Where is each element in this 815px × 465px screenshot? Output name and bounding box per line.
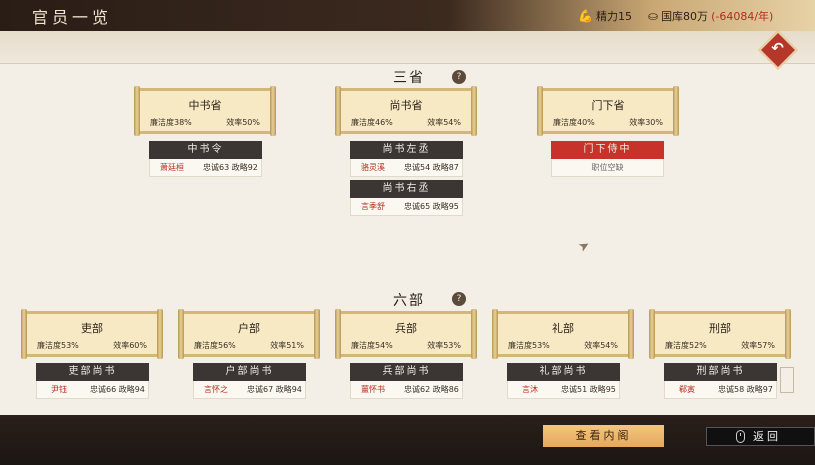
official-holder: 言沐 bbox=[522, 385, 538, 394]
help-icon[interactable]: ? bbox=[452, 70, 466, 84]
efficiency-stat: 效率50% bbox=[226, 118, 260, 127]
integrity-stat: 廉洁度54% bbox=[351, 341, 393, 350]
official-card-shangshu-youcheng[interactable]: 尚书右丞 言季舒 忠诚65 政略95 bbox=[350, 180, 463, 216]
integrity-stat: 廉洁度56% bbox=[194, 341, 236, 350]
stamina-display: 💪 精力15 bbox=[578, 8, 632, 24]
official-holder: 言怀之 bbox=[204, 385, 228, 394]
official-card-zhongshuling[interactable]: 中书令 萧廷桓 忠诚63 政略92 bbox=[149, 141, 262, 177]
department-name: 门下省 bbox=[591, 99, 625, 112]
section-title-six-ministries: 六部 bbox=[393, 293, 425, 309]
official-attributes: 忠诚65 政略95 bbox=[404, 202, 459, 211]
official-card-bingbu-shangshu[interactable]: 兵部尚书 薑怀书 忠诚62 政略86 bbox=[350, 363, 463, 399]
efficiency-stat: 效率51% bbox=[270, 341, 304, 350]
ministry-card-personnel[interactable]: 吏部 廉洁度53% 效率60% bbox=[21, 309, 163, 359]
top-bar: 官员一览 💪 精力15 ⛀ 国库80万 (-64084/年) bbox=[0, 0, 815, 31]
integrity-stat: 廉洁度38% bbox=[150, 118, 192, 127]
bottom-bar bbox=[0, 415, 815, 465]
integrity-stat: 廉洁度40% bbox=[553, 118, 595, 127]
integrity-stat: 廉洁度46% bbox=[351, 118, 393, 127]
view-cabinet-button[interactable]: 查看内阁 bbox=[543, 425, 664, 447]
treasury-display: ⛀ 国库80万 (-64084/年) bbox=[648, 8, 773, 24]
efficiency-stat: 效率54% bbox=[427, 118, 461, 127]
department-card-shangshu[interactable]: 尚书省 廉洁度46% 效率54% bbox=[335, 86, 477, 136]
official-card-menxia-shizhong[interactable]: 门下侍中 职位空缺 bbox=[551, 141, 664, 177]
integrity-stat: 廉洁度52% bbox=[665, 341, 707, 350]
back-arrow-icon: ↶ bbox=[771, 39, 784, 58]
ministry-name: 户部 bbox=[238, 322, 260, 335]
ministry-card-revenue[interactable]: 户部 廉洁度56% 效率51% bbox=[178, 309, 320, 359]
integrity-stat: 廉洁度53% bbox=[37, 341, 79, 350]
ingot-icon: ⛀ bbox=[648, 9, 659, 23]
official-title: 门下侍中 bbox=[551, 141, 664, 159]
official-title: 兵部尚书 bbox=[350, 363, 463, 381]
official-title: 尚书右丞 bbox=[350, 180, 463, 198]
official-card-hubu-shangshu[interactable]: 户部尚书 言怀之 忠诚67 政略94 bbox=[193, 363, 306, 399]
official-holder: 尹钰 bbox=[51, 385, 67, 394]
official-attributes: 忠诚54 政略87 bbox=[404, 163, 459, 172]
official-card-libu-shangshu[interactable]: 吏部尚书 尹钰 忠诚66 政略94 bbox=[36, 363, 149, 399]
treasury-change: (-64084/年) bbox=[711, 10, 774, 23]
official-attributes: 忠诚51 政略95 bbox=[561, 385, 616, 394]
efficiency-stat: 效率30% bbox=[629, 118, 663, 127]
header-band bbox=[0, 31, 815, 64]
ministry-card-rites[interactable]: 礼部 廉洁度53% 效率54% bbox=[492, 309, 634, 359]
help-icon[interactable]: ? bbox=[452, 292, 466, 306]
stamina-value: 精力15 bbox=[595, 10, 632, 23]
page-title: 官员一览 bbox=[32, 8, 113, 27]
seal-mark bbox=[780, 367, 794, 393]
official-title: 中书令 bbox=[149, 141, 262, 159]
official-attributes: 忠诚58 政略97 bbox=[718, 385, 773, 394]
return-button[interactable]: 返回 bbox=[706, 427, 815, 446]
official-holder: 言季舒 bbox=[361, 202, 385, 211]
ministry-name: 礼部 bbox=[552, 322, 574, 335]
ministry-name: 刑部 bbox=[709, 322, 731, 335]
official-title: 刑部尚书 bbox=[664, 363, 777, 381]
official-holder: 郗寅 bbox=[679, 385, 695, 394]
efficiency-stat: 效率53% bbox=[427, 341, 461, 350]
efficiency-stat: 效率54% bbox=[584, 341, 618, 350]
official-attributes: 忠诚62 政略86 bbox=[404, 385, 459, 394]
official-card-xingbu-shangshu[interactable]: 刑部尚书 郗寅 忠诚58 政略97 bbox=[664, 363, 777, 399]
mouse-icon bbox=[736, 430, 745, 443]
ministry-card-war[interactable]: 兵部 廉洁度54% 效率53% bbox=[335, 309, 477, 359]
department-card-menxia[interactable]: 门下省 廉洁度40% 效率30% bbox=[537, 86, 679, 136]
department-name: 中书省 bbox=[188, 99, 222, 112]
vacant-label: 职位空缺 bbox=[591, 163, 624, 172]
department-card-zhongshu[interactable]: 中书省 廉洁度38% 效率50% bbox=[134, 86, 276, 136]
official-card-shangshu-zuocheng[interactable]: 尚书左丞 骆灵溪 忠诚54 政略87 bbox=[350, 141, 463, 177]
treasury-value: 国库80万 bbox=[661, 10, 709, 23]
official-title: 尚书左丞 bbox=[350, 141, 463, 159]
official-holder: 骆灵溪 bbox=[361, 163, 385, 172]
official-attributes: 忠诚67 政略94 bbox=[247, 385, 302, 394]
official-holder: 萧廷桓 bbox=[160, 163, 184, 172]
official-attributes: 忠诚63 政略92 bbox=[203, 163, 258, 172]
integrity-stat: 廉洁度53% bbox=[508, 341, 550, 350]
section-title-three-departments: 三省 bbox=[393, 70, 425, 86]
department-name: 尚书省 bbox=[389, 99, 423, 112]
official-title: 吏部尚书 bbox=[36, 363, 149, 381]
bicep-icon: 💪 bbox=[578, 9, 593, 23]
official-title: 礼部尚书 bbox=[507, 363, 620, 381]
official-attributes: 忠诚66 政略94 bbox=[90, 385, 145, 394]
official-card-libu-rites-shangshu[interactable]: 礼部尚书 言沐 忠诚51 政略95 bbox=[507, 363, 620, 399]
ministry-name: 兵部 bbox=[395, 322, 417, 335]
ministry-name: 吏部 bbox=[81, 322, 103, 335]
ministry-card-justice[interactable]: 刑部 廉洁度52% 效率57% bbox=[649, 309, 791, 359]
efficiency-stat: 效率57% bbox=[741, 341, 775, 350]
official-holder: 薑怀书 bbox=[361, 385, 385, 394]
official-title: 户部尚书 bbox=[193, 363, 306, 381]
efficiency-stat: 效率60% bbox=[113, 341, 147, 350]
